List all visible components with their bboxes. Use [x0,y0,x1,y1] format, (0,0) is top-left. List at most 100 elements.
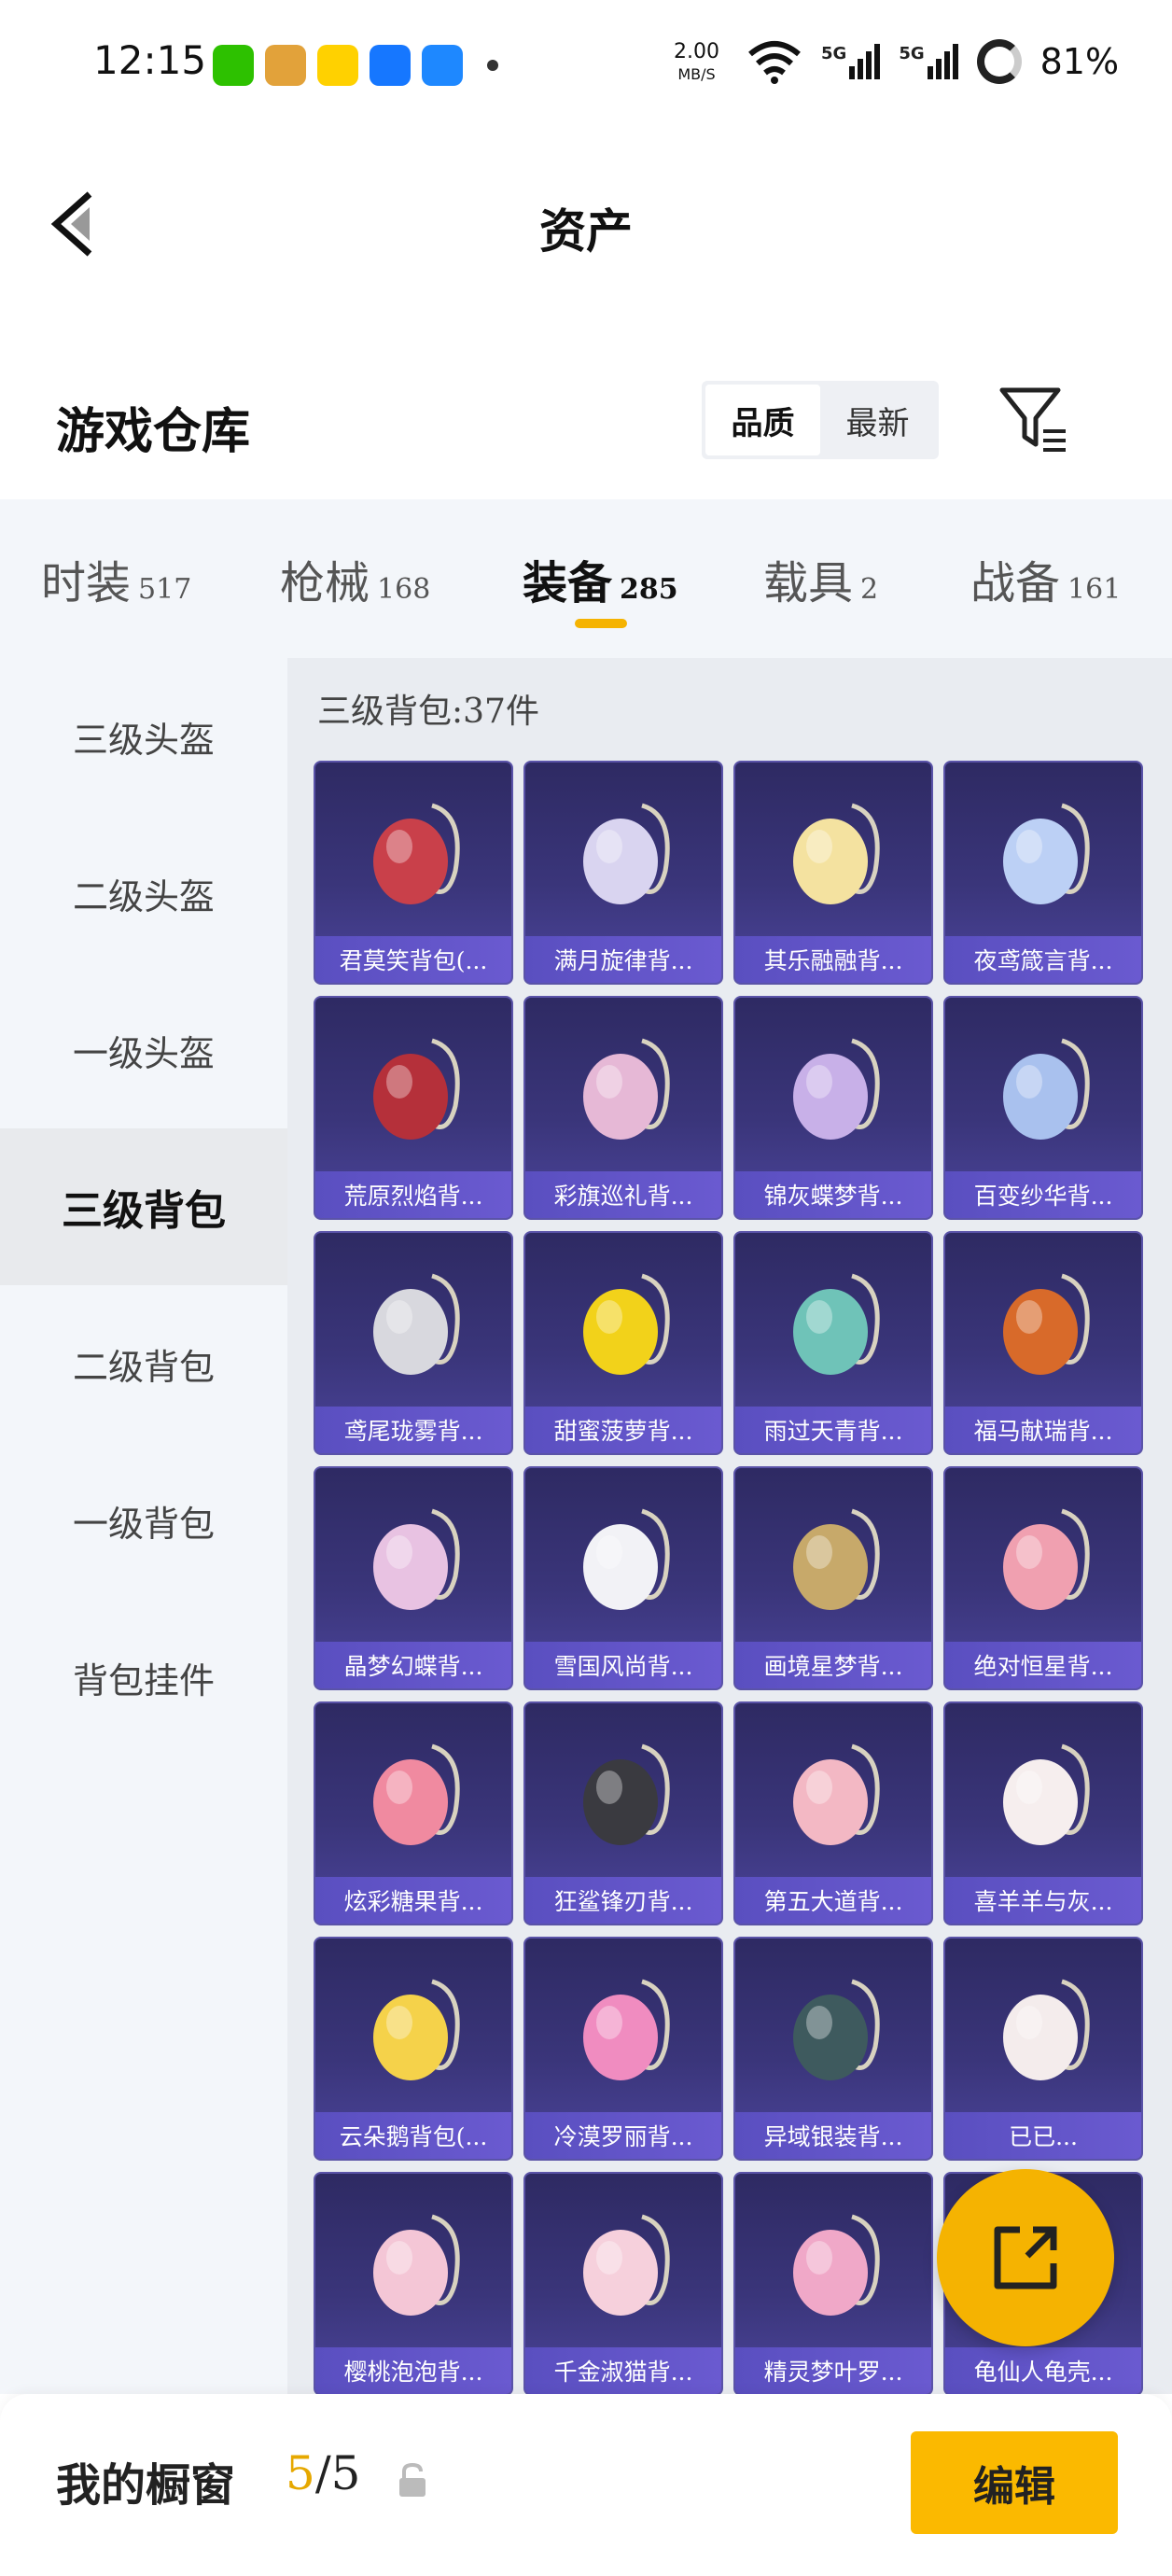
wifi-icon [748,41,801,84]
backpack-card-label: 雨过天青背... [735,1407,931,1453]
backpack-card-label: 百变纱华背... [945,1171,1141,1218]
backpack-card[interactable]: 晶梦幻蝶背... [314,1466,513,1690]
showcase-count: 5/5 [286,2446,361,2500]
active-tab-indicator [575,619,627,628]
backpack-card[interactable]: 精灵梦叶罗... [733,2172,933,2394]
network-speed: 2.00 MB/S [674,40,719,84]
backpack-card-label: 千金淑猫背... [525,2347,721,2394]
sort-quality-button[interactable]: 品质 [705,385,820,455]
backpack-card[interactable]: 画境星梦背... [733,1466,933,1690]
backpack-card[interactable]: 甜蜜菠萝背... [523,1231,723,1455]
backpack-card-label: 荒原烈焰背... [315,1171,511,1218]
subcategory-sidebar: 三级头盔 二级头盔 一级头盔 三级背包 二级背包 一级背包 背包挂件 [0,658,287,2394]
backpack-card-label: 狂鲨锋刃背... [525,1877,721,1924]
backpack-card[interactable]: 第五大道背... [733,1701,933,1925]
backpack-card-label: 第五大道背... [735,1877,931,1924]
backpack-icon [1003,1508,1090,1610]
backpack-icon [583,1743,670,1845]
sidebar-item-level3-helmet[interactable]: 三级头盔 [0,658,287,815]
status-bar: 12:15 2.00 MB/S 5G 5G 81% [0,0,1172,131]
backpack-card-label: 精灵梦叶罗... [735,2347,931,2394]
backpack-icon [583,1508,670,1610]
backpack-card[interactable]: 狂鲨锋刃背... [523,1701,723,1925]
backpack-card-label: 雪国风尚背... [525,1642,721,1688]
backpack-card-label: 异域银装背... [735,2112,931,2159]
tab-firearms[interactable]: 枪械 168 [280,546,430,611]
signal-5g-icon: 5G [821,44,881,79]
backpack-card-label: 晶梦幻蝶背... [315,1642,511,1688]
backpack-card[interactable]: 千金淑猫背... [523,2172,723,2394]
backpack-card[interactable]: 异域银装背... [733,1937,933,2161]
backpack-card[interactable]: 樱桃泡泡背... [314,2172,513,2394]
backpack-icon [1003,1979,1090,2080]
sidebar-item-level1-helmet[interactable]: 一级头盔 [0,972,287,1128]
backpack-icon [793,1508,880,1610]
sidebar-item-level1-backpack[interactable]: 一级背包 [0,1442,287,1599]
signal-5g-icon-2: 5G [899,44,958,79]
battery-icon [976,39,1022,84]
backpack-card-label: 鸢尾珑雾背... [315,1407,511,1453]
sort-toggle: 品质 最新 [702,381,939,459]
share-button[interactable] [937,2169,1114,2346]
backpack-icon [373,1979,460,2080]
backpack-card-label: 夜鸢箴言背... [945,936,1141,983]
backpack-card[interactable]: 夜鸢箴言背... [943,761,1143,985]
backpack-icon [583,1979,670,2080]
backpack-icon [373,803,460,904]
backpack-card[interactable]: 荒原烈焰背... [314,996,513,1220]
backpack-icon [373,1743,460,1845]
wechat-icon [213,45,254,86]
lock-icon [399,2462,426,2497]
backpack-icon [583,2214,670,2316]
alipay-icon [370,45,411,86]
backpack-card-label: 锦灰蝶梦背... [735,1171,931,1218]
sidebar-item-level2-backpack[interactable]: 二级背包 [0,1285,287,1442]
sidebar-item-level2-helmet[interactable]: 二级头盔 [0,815,287,972]
backpack-icon [793,803,880,904]
sidebar-item-level3-backpack[interactable]: 三级背包 [0,1128,287,1285]
blue-app-icon [422,45,463,86]
backpack-card[interactable]: 福马献瑞背... [943,1231,1143,1455]
backpack-icon [793,2214,880,2316]
backpack-card-label: 已已... [945,2112,1141,2159]
backpack-icon [1003,1038,1090,1140]
game-app-icon [265,45,306,86]
backpack-card-label: 彩旗巡礼背... [525,1171,721,1218]
clock: 12:15 [93,37,207,83]
warehouse-header: 游戏仓库 品质 最新 [0,373,1172,485]
backpack-card[interactable]: 彩旗巡礼背... [523,996,723,1220]
tab-supplies[interactable]: 战备 161 [970,546,1121,611]
backpack-card[interactable]: 云朵鹅背包(... [314,1937,513,2161]
backpack-card[interactable]: 雨过天青背... [733,1231,933,1455]
backpack-card[interactable]: 其乐融融背... [733,761,933,985]
backpack-icon [1003,803,1090,904]
backpack-card[interactable]: 冷漠罗丽背... [523,1937,723,2161]
edit-button[interactable]: 编辑 [911,2431,1118,2534]
filter-icon[interactable] [997,383,1071,457]
backpack-card[interactable]: 满月旋律背... [523,761,723,985]
backpack-card[interactable]: 百变纱华背... [943,996,1143,1220]
backpack-icon [1003,1743,1090,1845]
backpack-card[interactable]: 绝对恒星背... [943,1466,1143,1690]
backpack-card[interactable]: 雪国风尚背... [523,1466,723,1690]
backpack-card-label: 喜羊羊与灰... [945,1877,1141,1924]
backpack-card[interactable]: 已已... [943,1937,1143,2161]
backpack-card-label: 满月旋律背... [525,936,721,983]
backpack-card[interactable]: 喜羊羊与灰... [943,1701,1143,1925]
sort-newest-button[interactable]: 最新 [820,385,935,455]
sidebar-item-backpack-charm[interactable]: 背包挂件 [0,1599,287,1756]
system-icons: 5G 5G 81% [746,39,1119,84]
backpack-card[interactable]: 炫彩糖果背... [314,1701,513,1925]
backpack-card[interactable]: 君莫笑背包(... [314,761,513,985]
backpack-card[interactable]: 锦灰蝶梦背... [733,996,933,1220]
backpack-card-label: 甜蜜菠萝背... [525,1407,721,1453]
tab-fashion[interactable]: 时装 517 [41,546,191,611]
category-tabs: 时装 517 枪械 168 装备 285 载具 2 战备 161 [0,499,1172,658]
tab-vehicles[interactable]: 载具 2 [763,546,878,611]
backpack-icon [583,1038,670,1140]
tab-equipment[interactable]: 装备 285 [523,546,678,611]
battery-percent: 81% [1039,41,1120,82]
backpack-card[interactable]: 鸢尾珑雾背... [314,1231,513,1455]
section-title: 游戏仓库 [56,403,251,460]
backpack-card-label: 画境星梦背... [735,1642,931,1688]
